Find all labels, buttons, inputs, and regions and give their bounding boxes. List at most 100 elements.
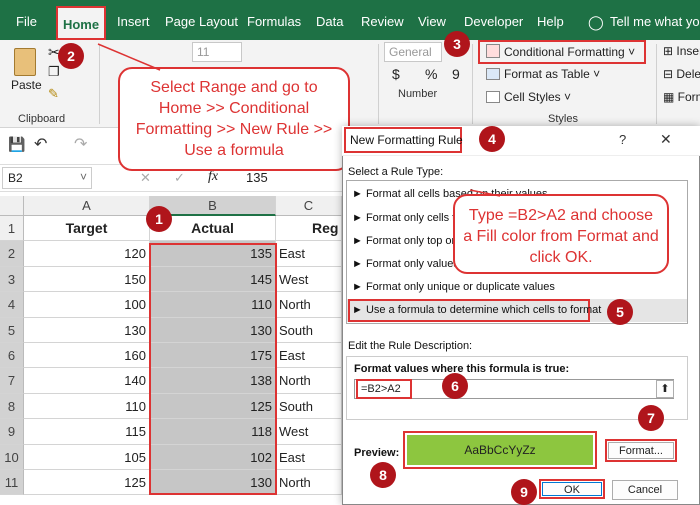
menu-view[interactable]: View <box>418 0 446 40</box>
conditional-formatting-button[interactable]: Conditional Formatting ˅ <box>504 45 635 59</box>
insert-cells-button[interactable]: ⊞ Inser <box>663 44 700 58</box>
formula-value: =B2>A2 <box>361 383 401 395</box>
menu-insert[interactable]: Insert <box>117 0 150 40</box>
format-as-table-icon <box>486 68 500 80</box>
format-cells-button[interactable]: ▦ Form <box>663 90 700 104</box>
row-header[interactable]: 8 <box>0 394 24 419</box>
region-cell[interactable]: North <box>276 470 342 495</box>
preview-text: AaBbCcYyZz <box>464 443 535 457</box>
header-region[interactable]: Reg <box>276 216 342 241</box>
region-cell[interactable]: North <box>276 292 342 317</box>
row-header[interactable]: 4 <box>0 292 24 317</box>
dialog-title: New Formatting Rule <box>350 133 463 147</box>
select-rule-type-label: Select a Rule Type: <box>348 166 443 178</box>
target-cell[interactable]: 120 <box>24 241 150 266</box>
target-cell[interactable]: 125 <box>24 470 150 495</box>
cancel-icon[interactable]: ✕ <box>140 170 151 186</box>
region-cell[interactable]: South <box>276 318 342 343</box>
target-cell[interactable]: 110 <box>24 394 150 419</box>
menu-data[interactable]: Data <box>316 0 343 40</box>
row-header[interactable]: 2 <box>0 241 24 266</box>
region-cell[interactable]: North <box>276 368 342 393</box>
currency-button[interactable]: $ <box>392 66 400 82</box>
target-cell[interactable]: 150 <box>24 267 150 292</box>
row-header[interactable]: 7 <box>0 368 24 393</box>
cancel-button[interactable]: Cancel <box>612 480 678 500</box>
step-badge-4: 4 <box>479 126 505 152</box>
formula-value-highlight: =B2>A2 <box>356 379 412 399</box>
copy-icon[interactable]: ❐ <box>48 64 60 80</box>
font-size-box[interactable]: 11 <box>192 42 242 62</box>
column-header-a[interactable]: A <box>24 196 150 216</box>
undo-icon[interactable]: ↶ <box>34 134 47 154</box>
menu-formulas[interactable]: Formulas <box>247 0 301 40</box>
region-cell[interactable]: South <box>276 394 342 419</box>
styles-group-label: Styles <box>548 113 578 125</box>
percent-button[interactable]: % <box>425 66 437 82</box>
paste-button[interactable]: Paste <box>11 78 42 92</box>
step-badge-3: 3 <box>444 31 470 57</box>
target-cell[interactable]: 130 <box>24 318 150 343</box>
region-cell[interactable]: West <box>276 267 342 292</box>
row-header[interactable]: 11 <box>0 470 24 495</box>
save-icon[interactable]: 💾 <box>8 136 25 153</box>
target-cell[interactable]: 105 <box>24 445 150 470</box>
column-header-c[interactable]: C <box>276 196 342 216</box>
divider <box>472 44 473 124</box>
selection-highlight <box>149 243 277 495</box>
menu-developer[interactable]: Developer <box>464 0 523 40</box>
edit-rule-label: Edit the Rule Description: <box>348 340 472 352</box>
callout-2-text: Type =B2>A2 and choose a Fill color from… <box>463 207 659 266</box>
format-as-table-button[interactable]: Format as Table ˅ <box>504 67 600 81</box>
menu-review[interactable]: Review <box>361 0 404 40</box>
comma-button[interactable]: 9 <box>452 66 460 82</box>
header-target[interactable]: Target <box>24 216 150 241</box>
name-box[interactable]: B2˅ <box>2 167 92 189</box>
redo-icon[interactable]: ↷ <box>74 134 87 154</box>
cell-styles-button[interactable]: Cell Styles ˅ <box>504 90 571 104</box>
clipboard-group-label: Clipboard <box>18 113 65 125</box>
help-button[interactable]: ? <box>619 132 626 147</box>
row-header[interactable]: 10 <box>0 445 24 470</box>
region-cell[interactable]: West <box>276 419 342 444</box>
select-all-corner[interactable] <box>0 196 24 216</box>
target-cell[interactable]: 100 <box>24 292 150 317</box>
region-cell[interactable]: East <box>276 445 342 470</box>
target-cell[interactable]: 140 <box>24 368 150 393</box>
target-cell[interactable]: 160 <box>24 343 150 368</box>
format-painter-icon[interactable]: ✎ <box>48 86 59 102</box>
row-header[interactable]: 1 <box>0 216 24 241</box>
collapse-dialog-button[interactable]: ⬆ <box>656 380 674 398</box>
region-cell[interactable]: East <box>276 343 342 368</box>
insert-function-button[interactable]: fx <box>208 169 218 185</box>
menu-file[interactable]: File <box>16 0 37 40</box>
target-cell[interactable]: 115 <box>24 419 150 444</box>
row-header[interactable]: 5 <box>0 318 24 343</box>
number-format-box[interactable]: General <box>384 42 442 62</box>
step-badge-2: 2 <box>58 43 84 69</box>
menu-home[interactable]: Home <box>56 6 106 40</box>
row-header[interactable]: 3 <box>0 267 24 292</box>
row-header[interactable]: 9 <box>0 419 24 444</box>
step-badge-1: 1 <box>146 206 172 232</box>
format-label: Form <box>678 90 700 104</box>
insert-label: Inser <box>676 44 700 58</box>
row-header[interactable]: 6 <box>0 343 24 368</box>
cell-styles-icon <box>486 91 500 103</box>
region-cell[interactable]: East <box>276 241 342 266</box>
paste-icon[interactable] <box>14 48 36 76</box>
ok-button-highlight: OK <box>539 479 605 499</box>
formula-input[interactable]: 135 <box>246 170 268 185</box>
rule-type-item[interactable]: ► Format only unique or duplicate values <box>352 281 555 293</box>
ok-button[interactable]: OK <box>542 482 602 496</box>
format-button[interactable]: Format... <box>608 442 674 459</box>
delete-cells-button[interactable]: ⊟ Dele <box>663 67 700 81</box>
close-button[interactable]: ✕ <box>660 131 672 148</box>
divider <box>656 44 657 124</box>
instruction-callout-2: Type =B2>A2 and choose a Fill color from… <box>453 194 669 274</box>
tell-me-search[interactable]: Tell me what you <box>610 0 700 40</box>
enter-icon[interactable]: ✓ <box>174 170 185 186</box>
rule-type-formula[interactable]: ► Use a formula to determine which cells… <box>352 304 601 316</box>
menu-page-layout[interactable]: Page Layout <box>165 0 238 40</box>
menu-help[interactable]: Help <box>537 0 564 40</box>
